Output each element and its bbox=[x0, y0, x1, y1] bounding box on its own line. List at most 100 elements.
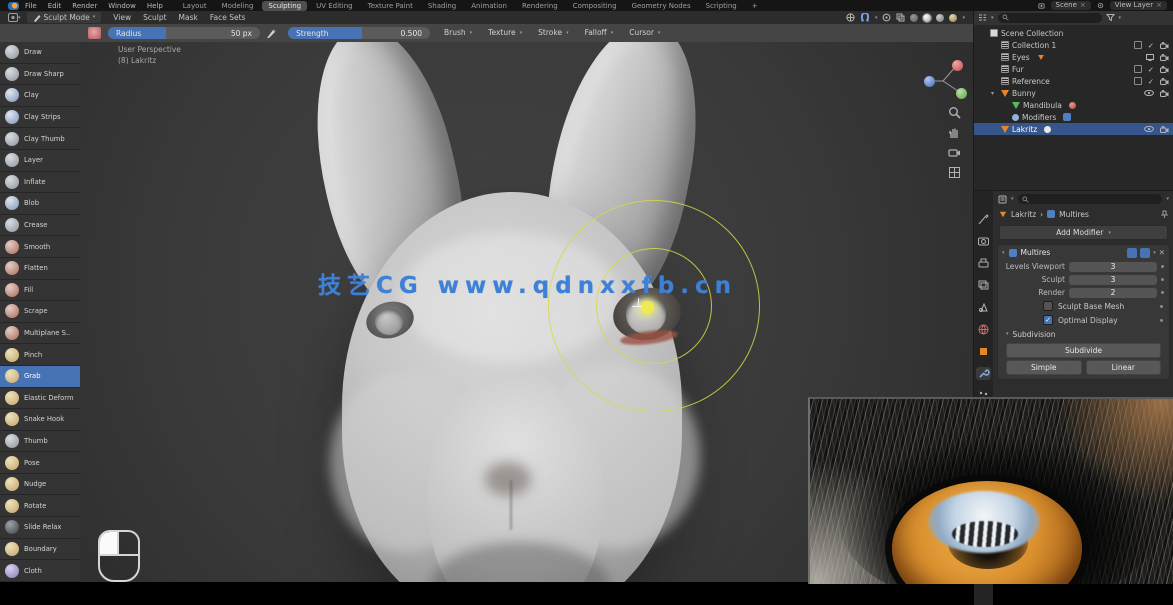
outliner-row-bunny[interactable]: ▾Bunny bbox=[974, 87, 1173, 99]
check-sculpt-base-mesh[interactable]: Sculpt Base Mesh bbox=[998, 299, 1169, 313]
shading-rendered-icon[interactable] bbox=[949, 14, 957, 22]
properties-tab-view-layer[interactable] bbox=[976, 279, 991, 292]
properties-tab-render[interactable] bbox=[976, 235, 991, 248]
outliner-row-scene-collection[interactable]: Scene Collection bbox=[974, 27, 1173, 39]
tab-modeling[interactable]: Modeling bbox=[216, 1, 260, 11]
properties-tab-modifiers[interactable] bbox=[976, 367, 991, 380]
tool-blob[interactable]: Blob bbox=[0, 193, 80, 215]
outliner-row-modifiers[interactable]: Modifiers bbox=[974, 111, 1173, 123]
check-icon[interactable]: ✓ bbox=[1148, 65, 1154, 74]
camera-icon[interactable] bbox=[1160, 66, 1169, 73]
add-modifier-button[interactable]: Add Modifier ▾ bbox=[999, 225, 1168, 240]
tool-smooth[interactable]: Smooth bbox=[0, 236, 80, 258]
tool-clay-thumb[interactable]: Clay Thumb bbox=[0, 128, 80, 150]
decorator-dot-icon[interactable] bbox=[1160, 319, 1163, 322]
tool-clay[interactable]: Clay bbox=[0, 85, 80, 107]
eye-icon[interactable] bbox=[1144, 126, 1154, 132]
viewport-menu-sculpt[interactable]: Sculpt bbox=[143, 13, 166, 22]
modifier-extras-icon[interactable]: ▾ bbox=[1153, 250, 1156, 256]
popover-brush[interactable]: Brush▾ bbox=[444, 27, 472, 39]
modifier-name[interactable]: Multires bbox=[1021, 248, 1051, 257]
tab-shading[interactable]: Shading bbox=[422, 1, 462, 11]
tool-nudge[interactable]: Nudge bbox=[0, 474, 80, 496]
view-layer-unlink-icon[interactable]: × bbox=[1156, 1, 1162, 10]
radius-slider[interactable]: Radius 50 px bbox=[108, 27, 260, 39]
tool-slide-relax[interactable]: Slide Relax bbox=[0, 517, 80, 539]
tool-pinch[interactable]: Pinch bbox=[0, 344, 80, 366]
filter-dropdown-icon[interactable]: ▾ bbox=[1119, 15, 1122, 21]
camera-icon[interactable] bbox=[1160, 54, 1169, 61]
check-optimal-display[interactable]: ✓Optimal Display bbox=[998, 313, 1169, 327]
pressure-pen-icon[interactable] bbox=[266, 28, 277, 39]
menu-help[interactable]: Help bbox=[147, 2, 163, 10]
ortho-grid-icon[interactable] bbox=[948, 166, 961, 179]
snap-dropdown-icon[interactable]: ▾ bbox=[875, 15, 878, 21]
tool-inflate[interactable]: Inflate bbox=[0, 172, 80, 194]
gizmo-x-axis-icon[interactable] bbox=[952, 60, 963, 71]
shading-solid-icon[interactable] bbox=[923, 14, 931, 22]
field-value[interactable]: 2 bbox=[1069, 288, 1157, 298]
tab-rendering[interactable]: Rendering bbox=[516, 1, 564, 11]
checkbox-icon[interactable]: ✓ bbox=[1043, 315, 1053, 325]
snap-magnet-icon[interactable] bbox=[860, 13, 870, 23]
menu-window[interactable]: Window bbox=[108, 2, 136, 10]
shading-wireframe-icon[interactable] bbox=[910, 14, 918, 22]
camera-icon[interactable] bbox=[1160, 126, 1169, 133]
subdivision-section[interactable]: ▾ Subdivision bbox=[998, 327, 1169, 341]
camera-icon[interactable] bbox=[1160, 78, 1169, 85]
properties-editor-dropdown-icon[interactable]: ▾ bbox=[1011, 196, 1014, 202]
outliner-editor-icon[interactable] bbox=[978, 13, 987, 22]
tool-grab[interactable]: Grab bbox=[0, 366, 80, 388]
popover-stroke[interactable]: Stroke▾ bbox=[538, 27, 568, 39]
checkbox-icon[interactable] bbox=[1043, 301, 1053, 311]
outliner-row-collection-1[interactable]: Collection 1✓ bbox=[974, 39, 1173, 51]
tool-scrape[interactable]: Scrape bbox=[0, 301, 80, 323]
properties-search-input[interactable] bbox=[1018, 194, 1163, 204]
checkbox-icon[interactable] bbox=[1134, 77, 1142, 85]
tool-crease[interactable]: Crease bbox=[0, 215, 80, 237]
tool-layer[interactable]: Layer bbox=[0, 150, 80, 172]
screen-icon[interactable] bbox=[1146, 54, 1154, 61]
tool-pose[interactable]: Pose bbox=[0, 452, 80, 474]
gizmo-z-axis-icon[interactable] bbox=[924, 76, 935, 87]
transform-orientation-icon[interactable] bbox=[846, 13, 855, 22]
simple-button[interactable]: Simple bbox=[1006, 360, 1082, 375]
camera-view-icon[interactable] bbox=[948, 146, 961, 159]
pin-icon[interactable] bbox=[1161, 210, 1168, 219]
viewport-menu-view[interactable]: View bbox=[113, 13, 131, 22]
navigation-gizmo[interactable] bbox=[916, 54, 970, 108]
outliner-row-eyes[interactable]: Eyes bbox=[974, 51, 1173, 63]
tool-thumb[interactable]: Thumb bbox=[0, 431, 80, 453]
field-value[interactable]: 3 bbox=[1069, 275, 1157, 285]
scene-selector[interactable]: Scene × bbox=[1051, 1, 1091, 10]
linear-button[interactable]: Linear bbox=[1086, 360, 1162, 375]
popover-falloff[interactable]: Falloff▾ bbox=[585, 27, 614, 39]
tool-elastic-deform[interactable]: Elastic Deform bbox=[0, 388, 80, 410]
popover-texture[interactable]: Texture▾ bbox=[488, 27, 522, 39]
tab-geometry-nodes[interactable]: Geometry Nodes bbox=[626, 1, 697, 11]
properties-tab-world[interactable] bbox=[976, 323, 991, 336]
tool-draw[interactable]: Draw bbox=[0, 42, 80, 64]
modifier-close-icon[interactable]: ✕ bbox=[1159, 248, 1165, 257]
tab-[interactable]: + bbox=[746, 1, 764, 11]
outliner-row-fur[interactable]: Fur✓ bbox=[974, 63, 1173, 75]
check-icon[interactable]: ✓ bbox=[1148, 77, 1154, 86]
checkbox-icon[interactable] bbox=[1134, 41, 1142, 49]
tab-uv-editing[interactable]: UV Editing bbox=[310, 1, 359, 11]
xray-toggle-icon[interactable] bbox=[896, 13, 905, 22]
brush-preview-icon[interactable] bbox=[88, 27, 101, 39]
blender-logo-icon[interactable] bbox=[8, 2, 19, 10]
camera-icon[interactable] bbox=[1160, 42, 1169, 49]
tab-texture-paint[interactable]: Texture Paint bbox=[362, 1, 419, 11]
tool-clay-strips[interactable]: Clay Strips bbox=[0, 107, 80, 129]
properties-tab-tool[interactable] bbox=[976, 213, 991, 226]
checkbox-icon[interactable] bbox=[1134, 65, 1142, 73]
menu-edit[interactable]: Edit bbox=[48, 2, 62, 10]
outliner-row-lakritz[interactable]: Lakritz bbox=[974, 123, 1173, 135]
tool-boundary[interactable]: Boundary bbox=[0, 539, 80, 561]
menu-render[interactable]: Render bbox=[72, 2, 97, 10]
tool-snake-hook[interactable]: Snake Hook bbox=[0, 409, 80, 431]
view-layer-selector[interactable]: View Layer × bbox=[1110, 1, 1167, 10]
popover-cursor[interactable]: Cursor▾ bbox=[629, 27, 660, 39]
expand-caret-icon[interactable]: ▾ bbox=[991, 90, 998, 97]
